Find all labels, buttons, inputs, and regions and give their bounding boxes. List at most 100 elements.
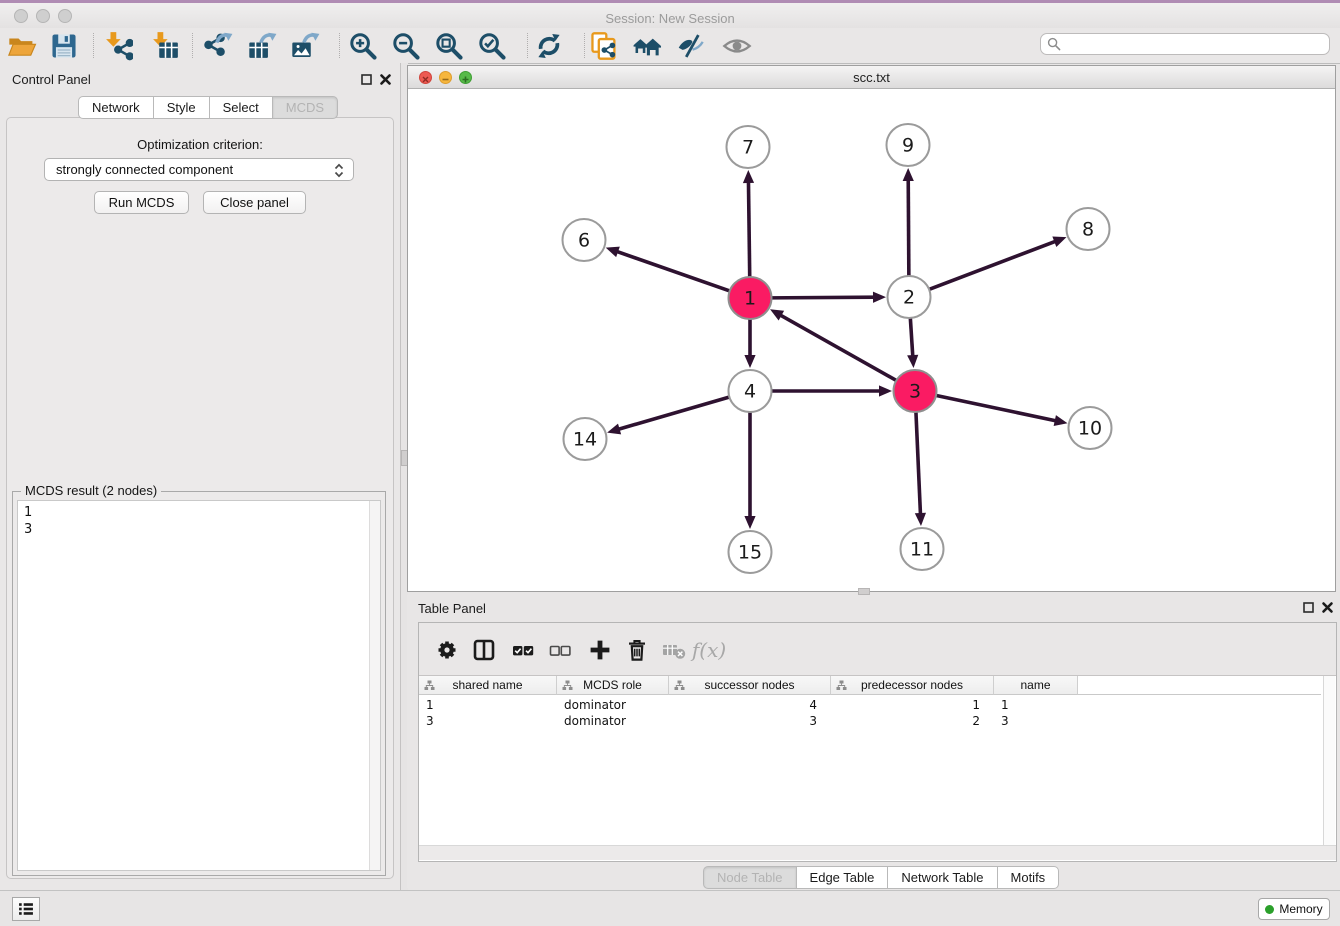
node-label: 6 (578, 230, 590, 252)
edge-3-11[interactable] (916, 411, 921, 515)
edge-3-1[interactable] (780, 315, 898, 381)
node-2[interactable]: 2 (888, 276, 931, 318)
cell-predecessor-nodes[interactable]: 2 (831, 713, 994, 729)
run-mcds-button[interactable]: Run MCDS (94, 191, 189, 214)
delete-icon[interactable] (621, 634, 653, 666)
open-folder-icon[interactable] (5, 30, 39, 61)
memory-button[interactable]: Memory (1258, 898, 1330, 920)
export-table-icon[interactable] (245, 30, 279, 61)
tab-network[interactable]: Network (78, 96, 154, 119)
import-table-icon[interactable] (148, 30, 182, 61)
apply-layout-icon[interactable] (532, 30, 566, 61)
zoom-selected-icon[interactable] (475, 30, 509, 61)
edge-1-2[interactable] (770, 297, 875, 298)
cell-predecessor-nodes[interactable]: 1 (831, 697, 994, 713)
settings-icon[interactable] (431, 634, 463, 666)
table-vertical-scrollbar[interactable] (1323, 676, 1335, 847)
edge-1-6[interactable] (616, 251, 731, 291)
import-network-icon[interactable] (101, 30, 135, 61)
node-8[interactable]: 8 (1067, 208, 1110, 250)
tab-edge-table[interactable]: Edge Table (796, 866, 889, 889)
tab-motifs[interactable]: Motifs (997, 866, 1060, 889)
tab-node-table[interactable]: Node Table (703, 866, 797, 889)
column-header-predecessor-nodes[interactable]: predecessor nodes (831, 676, 994, 695)
edge-2-3[interactable] (910, 317, 913, 357)
cell-successor-nodes[interactable]: 4 (669, 697, 831, 713)
tab-style[interactable]: Style (153, 96, 210, 119)
edge-1-7[interactable] (748, 181, 749, 278)
close-panel-button[interactable]: Close panel (203, 191, 306, 214)
node-label: 4 (744, 381, 756, 403)
edge-arrowhead (743, 170, 754, 183)
mcds-result-textarea[interactable]: 1 3 (17, 500, 381, 871)
memory-status-icon (1265, 905, 1274, 914)
edge-arrowhead (907, 355, 918, 368)
edge-4-14[interactable] (618, 397, 731, 430)
fit-content-icon[interactable] (432, 30, 466, 61)
node-11[interactable]: 11 (901, 528, 944, 570)
deselect-all-icon[interactable] (544, 634, 576, 666)
search-input[interactable] (1061, 35, 1329, 53)
hide-show-icon[interactable] (675, 30, 709, 61)
cell-shared-name[interactable]: 3 (419, 713, 557, 729)
network-window-titlebar[interactable]: scc.txt (408, 66, 1335, 89)
node-4[interactable]: 4 (729, 370, 772, 412)
tab-network-table[interactable]: Network Table (887, 866, 997, 889)
close-table-panel-icon[interactable] (1319, 598, 1336, 616)
table-toolbar: f(x) (419, 623, 1336, 676)
table-horizontal-scrollbar[interactable] (419, 845, 1336, 860)
result-scrollbar[interactable] (369, 501, 380, 870)
delete-table-icon (658, 634, 690, 666)
eye-icon[interactable] (720, 30, 754, 61)
edge-2-8[interactable] (928, 241, 1057, 290)
export-image-icon[interactable] (288, 30, 322, 61)
select-all-icon[interactable] (507, 634, 539, 666)
node-15[interactable]: 15 (729, 531, 772, 573)
float-panel-icon[interactable] (358, 70, 375, 88)
node-9[interactable]: 9 (887, 124, 930, 166)
column-header-name[interactable]: name (994, 676, 1078, 695)
tab-select[interactable]: Select (209, 96, 273, 119)
search-field[interactable] (1040, 33, 1330, 55)
edge-2-9[interactable] (908, 179, 909, 277)
criterion-select[interactable]: strongly connected component (44, 158, 354, 181)
clone-network-icon[interactable] (587, 30, 621, 61)
table-panel-tabs: Node TableEdge TableNetwork TableMotifs (703, 866, 1059, 889)
cell-successor-nodes[interactable]: 3 (669, 713, 831, 729)
column-header-shared-name[interactable]: shared name (419, 676, 557, 695)
cell-name[interactable]: 1 (994, 697, 1078, 713)
split-view-icon[interactable] (468, 634, 500, 666)
network-canvas[interactable]: 7 9 6 8 1 2 4 3 14 10 15 11 (408, 89, 1335, 591)
node-6[interactable]: 6 (563, 219, 606, 261)
node-label: 15 (738, 542, 762, 564)
function-builder-icon: f(x) (693, 634, 725, 666)
table-row[interactable]: 1dominator411 (419, 697, 1078, 713)
horizontal-divider-grip[interactable] (858, 588, 870, 595)
toolbar-separator (527, 33, 528, 58)
edge-arrowhead (1052, 237, 1066, 247)
task-history-button[interactable] (12, 897, 40, 921)
export-network-icon[interactable] (201, 30, 235, 61)
column-header-successor-nodes[interactable]: successor nodes (669, 676, 831, 695)
tab-mcds[interactable]: MCDS (272, 96, 338, 119)
column-header-MCDS-role[interactable]: MCDS role (557, 676, 669, 695)
zoom-in-icon[interactable] (346, 30, 380, 61)
node-1[interactable]: 1 (729, 277, 772, 319)
toolbar-separator (93, 33, 94, 58)
cell-name[interactable]: 3 (994, 713, 1078, 729)
add-icon[interactable] (584, 634, 616, 666)
cell-MCDS-role[interactable]: dominator (557, 697, 669, 713)
close-panel-icon[interactable] (377, 70, 394, 88)
table-row[interactable]: 3dominator323 (419, 713, 1078, 729)
node-3[interactable]: 3 (894, 370, 937, 412)
node-14[interactable]: 14 (564, 418, 607, 460)
node-10[interactable]: 10 (1069, 407, 1112, 449)
cell-shared-name[interactable]: 1 (419, 697, 557, 713)
home-icon[interactable] (631, 30, 665, 61)
edge-3-10[interactable] (935, 395, 1057, 421)
node-7[interactable]: 7 (727, 126, 770, 168)
cell-MCDS-role[interactable]: dominator (557, 713, 669, 729)
zoom-out-icon[interactable] (389, 30, 423, 61)
float-table-panel-icon[interactable] (1300, 598, 1317, 616)
save-icon[interactable] (47, 30, 81, 61)
